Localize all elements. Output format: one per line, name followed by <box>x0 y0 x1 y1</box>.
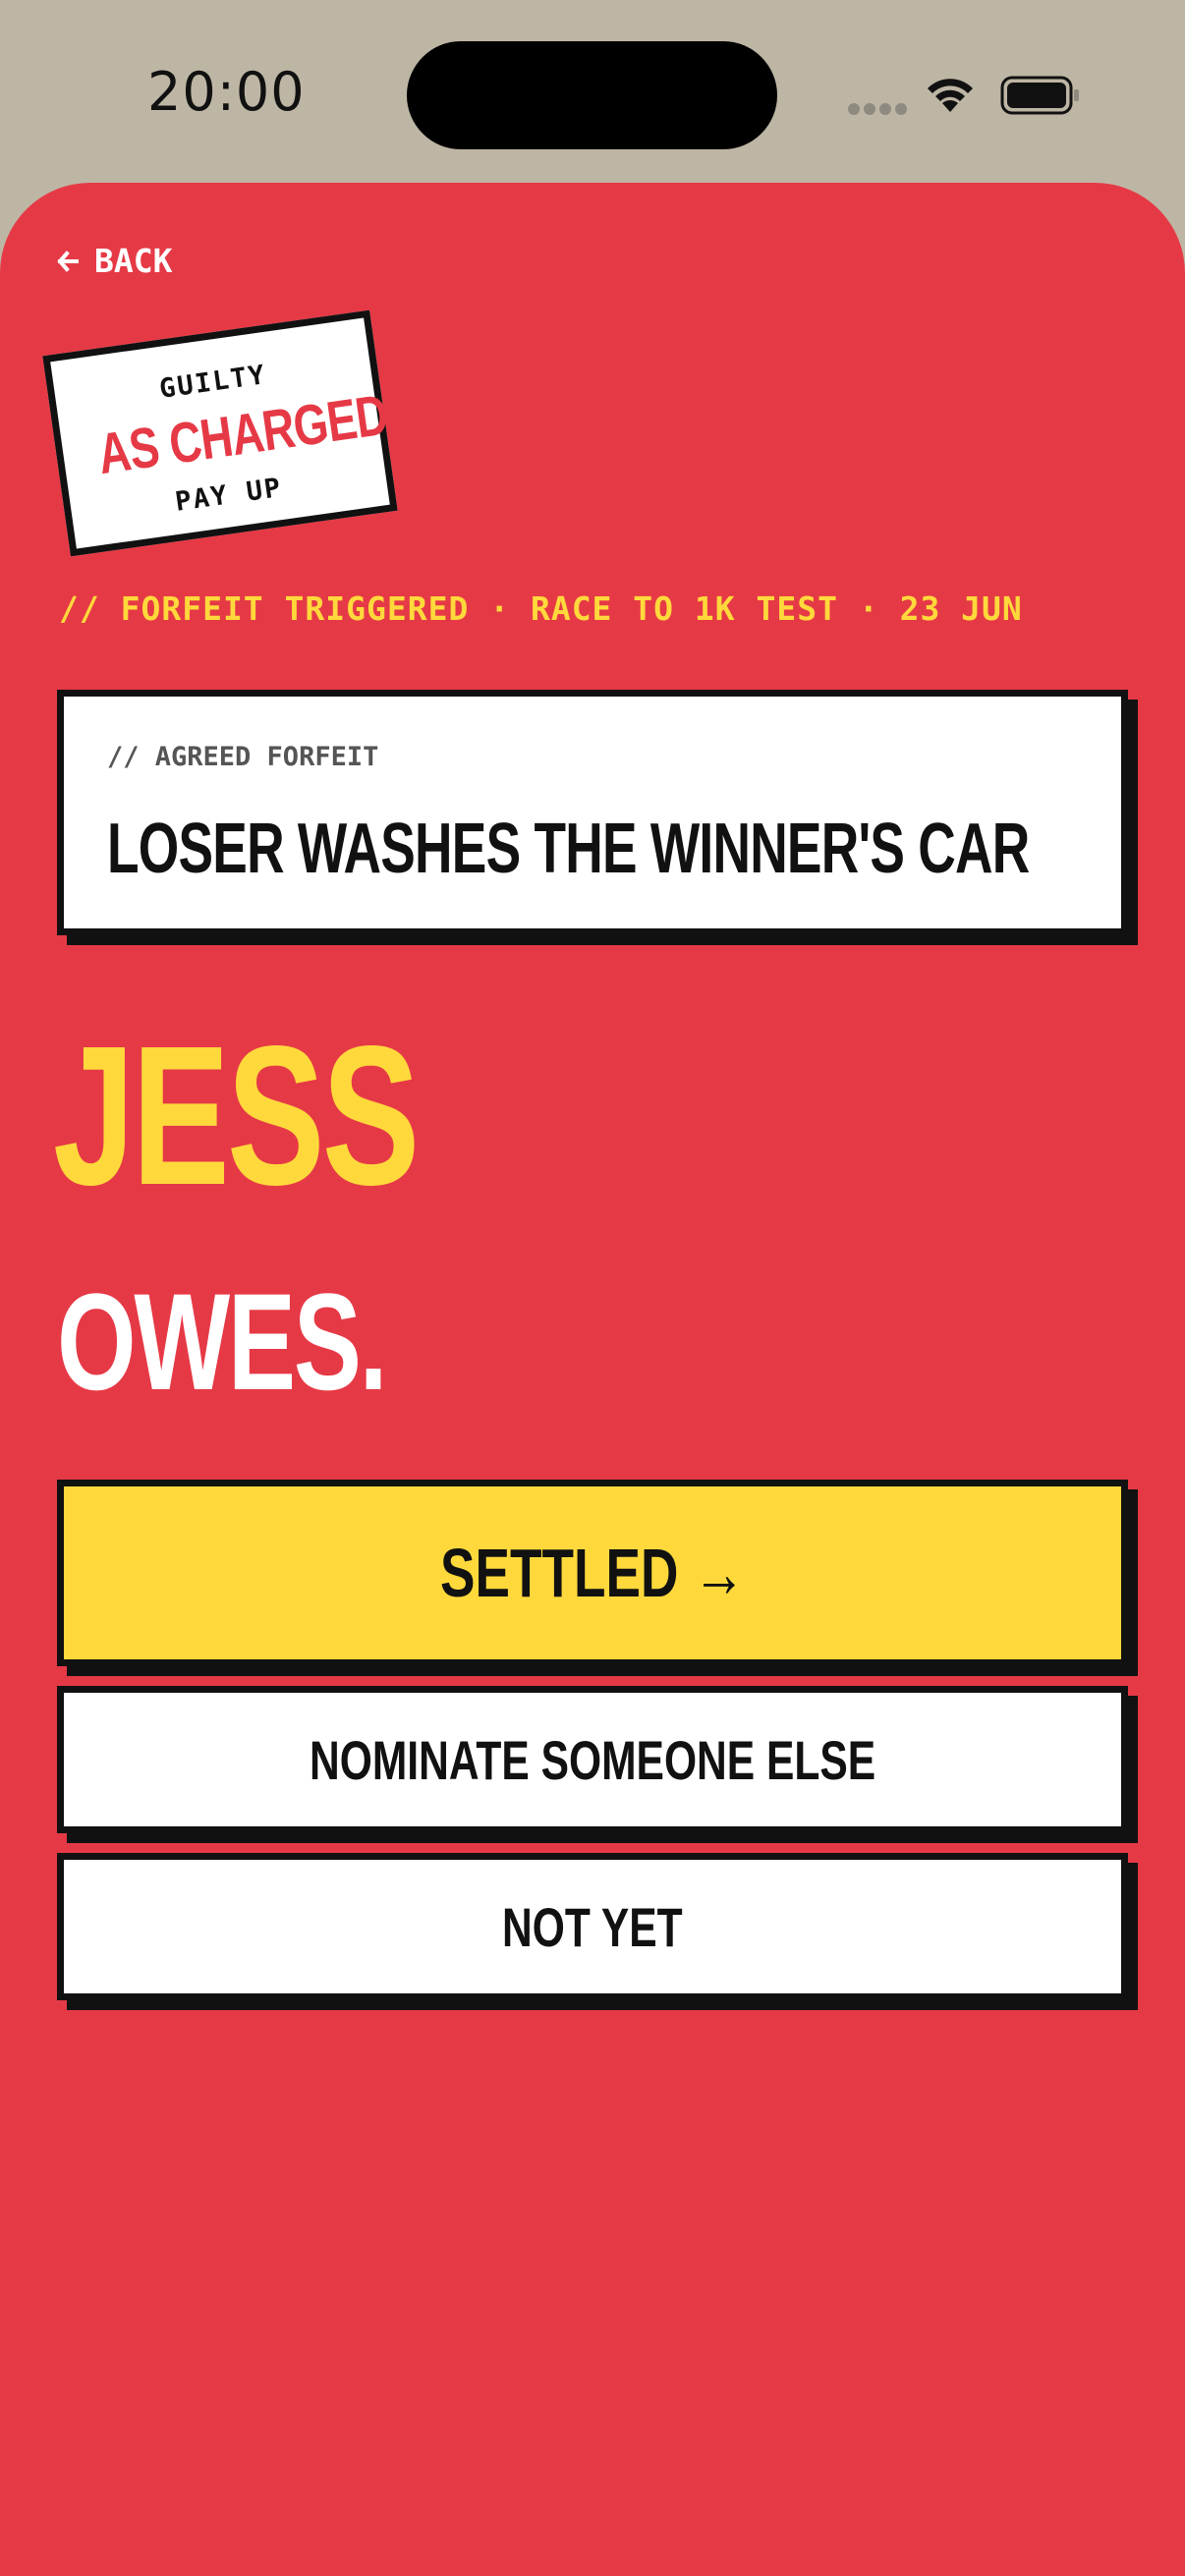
not-yet-button-label: NOT YET <box>502 1895 683 1958</box>
loser-name: JESS <box>53 1004 420 1226</box>
dynamic-island <box>407 41 777 149</box>
nominate-button-label: NOMINATE SOMEONE ELSE <box>309 1728 876 1791</box>
status-bar: 20:00 <box>0 0 1185 183</box>
back-button[interactable]: BACK <box>57 242 172 280</box>
wifi-icon <box>924 75 977 119</box>
forfeit-card-title: LOSER WASHES THE WINNER'S CAR <box>107 810 1030 888</box>
forfeit-screen: BACK GUILTY AS CHARGED PAY UP // FORFEIT… <box>0 183 1185 2576</box>
forfeit-card-label: // AGREED FORFEIT <box>107 742 379 772</box>
verdict-stamp: GUILTY AS CHARGED PAY UP <box>42 309 398 557</box>
settled-button[interactable]: SETTLED → <box>57 1480 1128 1666</box>
status-time: 20:00 <box>147 61 306 123</box>
back-label: BACK <box>94 242 173 280</box>
agreed-forfeit-card: // AGREED FORFEIT LOSER WASHES THE WINNE… <box>57 690 1128 935</box>
settled-button-label: SETTLED → <box>439 1535 746 1611</box>
arrow-left-icon <box>57 250 79 272</box>
cellular-signal-icon <box>848 102 911 120</box>
not-yet-button[interactable]: NOT YET <box>57 1853 1128 2000</box>
owes-text: OWES. <box>57 1264 387 1419</box>
nominate-someone-else-button[interactable]: NOMINATE SOMEONE ELSE <box>57 1686 1128 1833</box>
battery-icon <box>1000 75 1081 121</box>
forfeit-meta-line: // FORFEIT TRIGGERED · RACE TO 1K TEST ·… <box>59 589 1023 628</box>
